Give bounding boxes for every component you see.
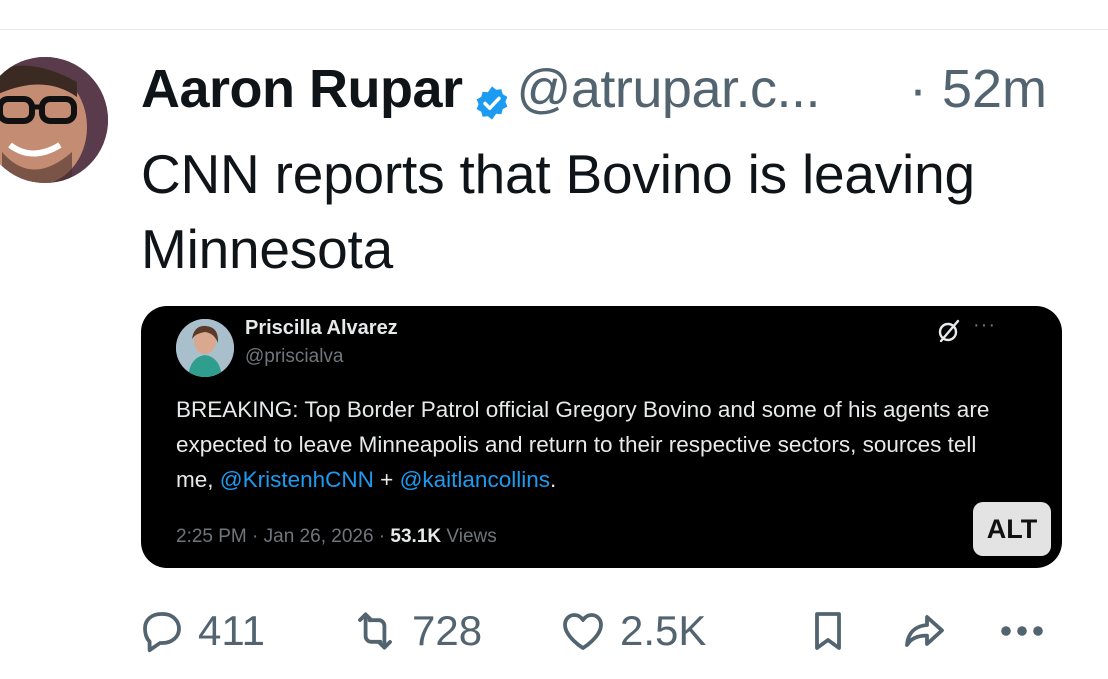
mention-kristenhcnn: @KristenhCNN <box>219 467 374 492</box>
author-avatar[interactable] <box>0 57 108 183</box>
author-name[interactable]: Aaron Rupar <box>141 55 463 123</box>
quoted-timestamp: 2:25 PM · Jan 26, 2026 · <box>176 526 391 547</box>
bookmark-icon <box>815 612 841 650</box>
reply-button[interactable]: 411 <box>138 603 265 659</box>
top-divider <box>0 29 1108 30</box>
repost-count: 728 <box>412 607 483 654</box>
quoted-author-handle: @priscialva <box>245 346 344 367</box>
mention-kaitlancollins: @kaitlancollins <box>399 467 550 492</box>
quoted-meta: 2:25 PM · Jan 26, 2026 · 53.1K Views <box>176 524 497 550</box>
quoted-avatar <box>176 319 234 377</box>
author-handle[interactable]: @atrupar.c... <box>517 55 821 123</box>
post-text: CNN reports that Bovino is leaving Minne… <box>141 143 975 280</box>
quoted-views-count: 53.1K <box>390 526 442 547</box>
quoted-text: BREAKING: Top Border Patrol official Gre… <box>176 392 1016 497</box>
quoted-author-name: Priscilla Alvarez <box>245 317 398 339</box>
more-options-button[interactable] <box>996 603 1048 659</box>
bookmark-button[interactable] <box>804 603 852 659</box>
share-button[interactable] <box>898 603 950 659</box>
media-image[interactable]: Priscilla Alvarez @priscialva ··· BREAKI… <box>141 306 1062 568</box>
verified-badge-icon <box>473 70 511 120</box>
reply-icon <box>143 612 181 653</box>
quoted-text-end: . <box>549 467 557 492</box>
quoted-views-label: Views <box>441 526 497 547</box>
repost-icon <box>358 612 392 650</box>
post-time[interactable]: · 52m <box>909 55 1047 123</box>
grok-icon <box>936 318 962 344</box>
like-count: 2.5K <box>620 607 707 654</box>
reply-count: 411 <box>198 607 265 654</box>
repost-button[interactable]: 728 <box>350 603 482 659</box>
alt-badge[interactable]: ALT <box>973 502 1051 556</box>
share-icon <box>905 615 944 647</box>
post-header: Aaron Rupar @atrupar.c... <box>141 55 821 123</box>
mention-separator: + <box>373 467 400 492</box>
like-button[interactable]: 2.5K <box>558 603 706 659</box>
more-icon: ··· <box>973 314 996 336</box>
more-options-icon <box>1001 626 1043 636</box>
like-icon <box>563 613 603 650</box>
